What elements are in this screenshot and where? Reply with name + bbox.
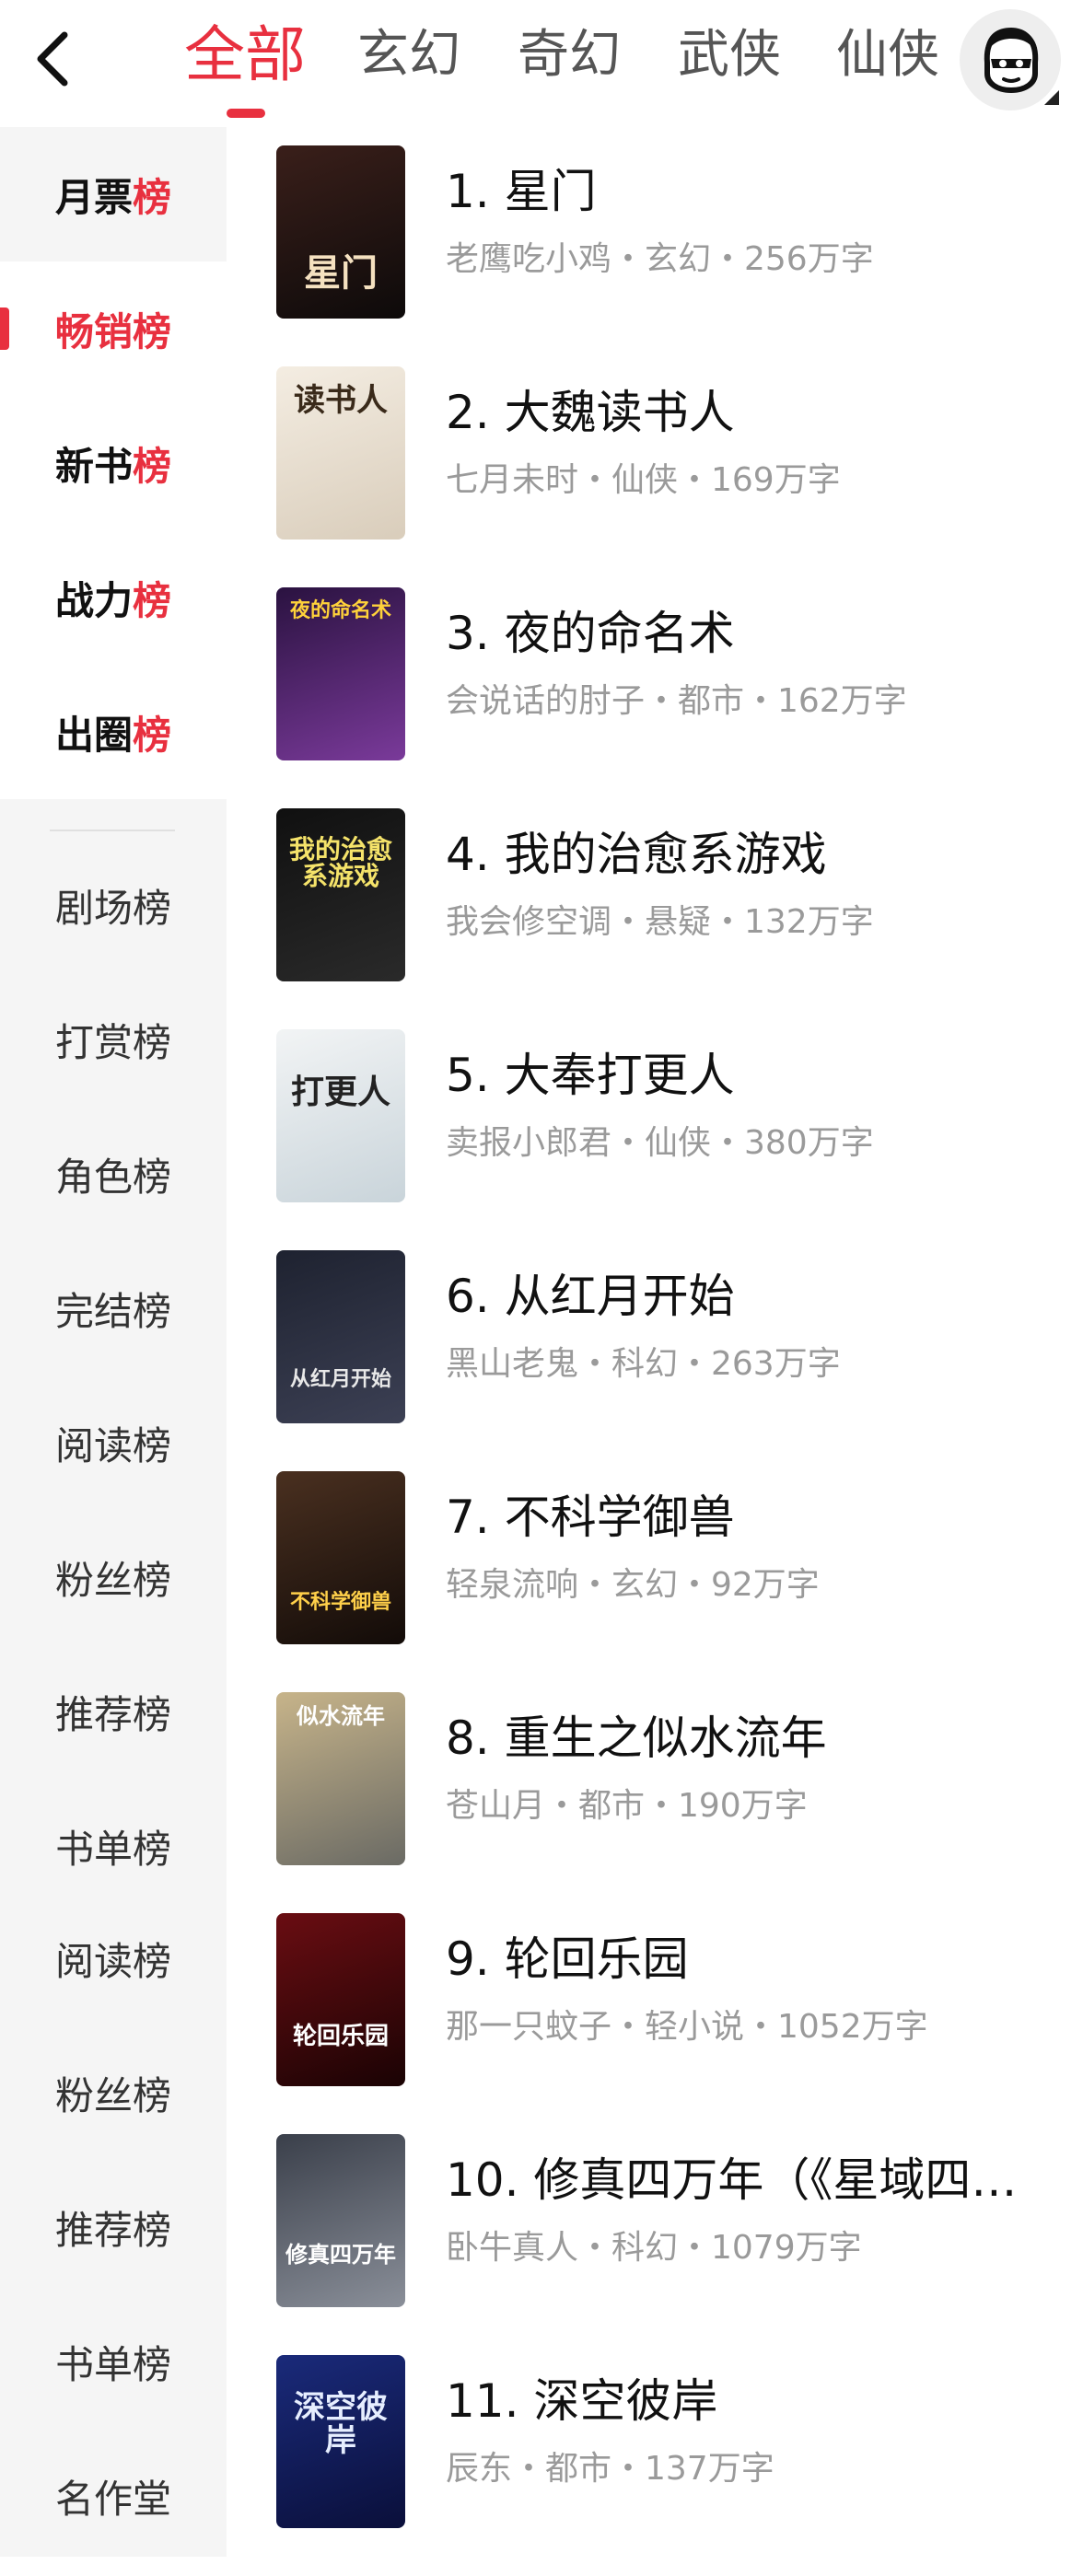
tab-all[interactable]: 全部 (184, 18, 306, 92)
book-meta: 轻泉流响・玄幻・92万字 (446, 1566, 820, 1604)
book-meta: 辰东・都市・137万字 (446, 2450, 774, 2488)
sidebar-divider (50, 830, 175, 831)
book-cover[interactable]: 轮回乐园 (276, 1913, 405, 2086)
book-cover[interactable]: 深空彼岸 (276, 2355, 405, 2528)
sidebar-item-reward[interactable]: 打赏榜 (0, 972, 227, 1107)
book-title[interactable]: 8. 重生之似水流年 (446, 1709, 1054, 1768)
back-arrow-icon[interactable] (26, 26, 81, 92)
book-item[interactable]: 不科学御兽 7. 不科学御兽 轻泉流响・玄幻・92万字 (227, 1471, 1083, 1692)
sidebar-item-monthly-ticket[interactable]: 月票榜 (0, 127, 227, 261)
book-item[interactable]: 似水流年 8. 重生之似水流年 苍山月・都市・190万字 (227, 1692, 1083, 1913)
book-meta: 黑山老鬼・科幻・263万字 (446, 1345, 841, 1383)
tab-qihuan[interactable]: 奇幻 (518, 18, 621, 92)
book-item[interactable]: 我的治愈系游戏 4. 我的治愈系游戏 我会修空调・悬疑・132万字 (227, 808, 1083, 1029)
book-cover[interactable]: 修真四万年 (276, 2134, 405, 2307)
book-item[interactable]: 从红月开始 6. 从红月开始 黑山老鬼・科幻・263万字 (227, 1250, 1083, 1471)
book-title[interactable]: 3. 夜的命名术 (446, 604, 1054, 663)
sidebar-item-character[interactable]: 角色榜 (0, 1107, 227, 1241)
sidebar-item-reading-2[interactable]: 阅读榜 (0, 1891, 227, 2025)
book-cover[interactable]: 不科学御兽 (276, 1471, 405, 1644)
book-cover[interactable]: 读书人 (276, 366, 405, 540)
sidebar-item-theater[interactable]: 剧场榜 (0, 838, 227, 972)
book-cover[interactable]: 打更人 (276, 1029, 405, 1202)
sidebar-item-power[interactable]: 战力榜 (0, 530, 227, 665)
active-indicator (0, 307, 9, 350)
book-title[interactable]: 6. 从红月开始 (446, 1267, 1054, 1326)
book-title[interactable]: 1. 星门 (446, 162, 1054, 221)
book-title[interactable]: 11. 深空彼岸 (446, 2372, 1054, 2431)
sidebar-item-masterpiece[interactable]: 名作堂 (0, 2429, 227, 2563)
sidebar-item-fans-2[interactable]: 粉丝榜 (0, 2025, 227, 2160)
sidebar-item-booklist-2[interactable]: 书单榜 (0, 2294, 227, 2429)
book-meta: 苍山月・都市・190万字 (446, 1787, 808, 1825)
book-cover[interactable]: 夜的命名术 (276, 587, 405, 760)
tab-wuxia[interactable]: 武侠 (678, 18, 781, 92)
book-meta: 七月未时・仙侠・169万字 (446, 461, 841, 499)
book-item[interactable]: 夜的命名术 3. 夜的命名术 会说话的肘子・都市・162万字 (227, 587, 1083, 808)
ranking-sidebar: 月票榜 畅销榜 新书榜 战力榜 出圈榜 剧场榜 打赏榜 角色榜 完结榜 阅读榜 … (0, 127, 227, 2557)
book-title[interactable]: 10. 修真四万年（《星域四万年》） (446, 2151, 1054, 2210)
book-title[interactable]: 5. 大奉打更人 (446, 1046, 1054, 1105)
book-title[interactable]: 9. 轮回乐园 (446, 1930, 1054, 1989)
book-title[interactable]: 7. 不科学御兽 (446, 1488, 1054, 1547)
sidebar-item-breakout[interactable]: 出圈榜 (0, 665, 227, 799)
user-avatar-icon[interactable] (960, 9, 1061, 110)
sidebar-item-bestseller[interactable]: 畅销榜 (0, 261, 227, 396)
book-meta: 老鹰吃小鸡・玄幻・256万字 (446, 240, 874, 278)
sidebar-item-completed[interactable]: 完结榜 (0, 1241, 227, 1375)
top-bar: 全部 玄幻 奇幻 武侠 仙侠 (0, 0, 1083, 127)
sidebar-item-recommend-2[interactable]: 推荐榜 (0, 2160, 227, 2294)
book-item[interactable]: 读书人 2. 大魏读书人 七月未时・仙侠・169万字 (227, 366, 1083, 587)
book-title[interactable]: 2. 大魏读书人 (446, 383, 1054, 442)
book-cover[interactable]: 星门 (276, 145, 405, 319)
book-item[interactable]: 轮回乐园 9. 轮回乐园 那一只蚊子・轻小说・1052万字 (227, 1913, 1083, 2134)
book-title[interactable]: 4. 我的治愈系游戏 (446, 825, 1054, 884)
book-meta: 会说话的肘子・都市・162万字 (446, 682, 907, 720)
book-item[interactable]: 深空彼岸 11. 深空彼岸 辰东・都市・137万字 (227, 2355, 1083, 2576)
book-meta: 卧牛真人・科幻・1079万字 (446, 2229, 862, 2267)
book-item[interactable]: 打更人 5. 大奉打更人 卖报小郎君・仙侠・380万字 (227, 1029, 1083, 1250)
book-cover[interactable]: 从红月开始 (276, 1250, 405, 1423)
book-meta: 那一只蚊子・轻小说・1052万字 (446, 2008, 928, 2046)
sidebar-item-new-book[interactable]: 新书榜 (0, 396, 227, 530)
active-tab-indicator (227, 109, 265, 118)
book-meta: 我会修空调・悬疑・132万字 (446, 903, 874, 941)
sidebar-item-reading[interactable]: 阅读榜 (0, 1375, 227, 1510)
avatar-badge (1044, 90, 1059, 105)
tab-xianxia[interactable]: 仙侠 (836, 18, 939, 92)
sidebar-item-recommend[interactable]: 推荐榜 (0, 1644, 227, 1779)
book-cover[interactable]: 我的治愈系游戏 (276, 808, 405, 981)
book-item[interactable]: 修真四万年 10. 修真四万年（《星域四万年》） 卧牛真人・科幻・1079万字 (227, 2134, 1083, 2355)
sidebar-item-fans[interactable]: 粉丝榜 (0, 1510, 227, 1644)
tab-xuanhuan[interactable]: 玄幻 (357, 18, 460, 92)
book-meta: 卖报小郎君・仙侠・380万字 (446, 1124, 874, 1162)
book-cover[interactable]: 似水流年 (276, 1692, 405, 1865)
book-item[interactable]: 星门 1. 星门 老鹰吃小鸡・玄幻・256万字 (227, 145, 1083, 366)
